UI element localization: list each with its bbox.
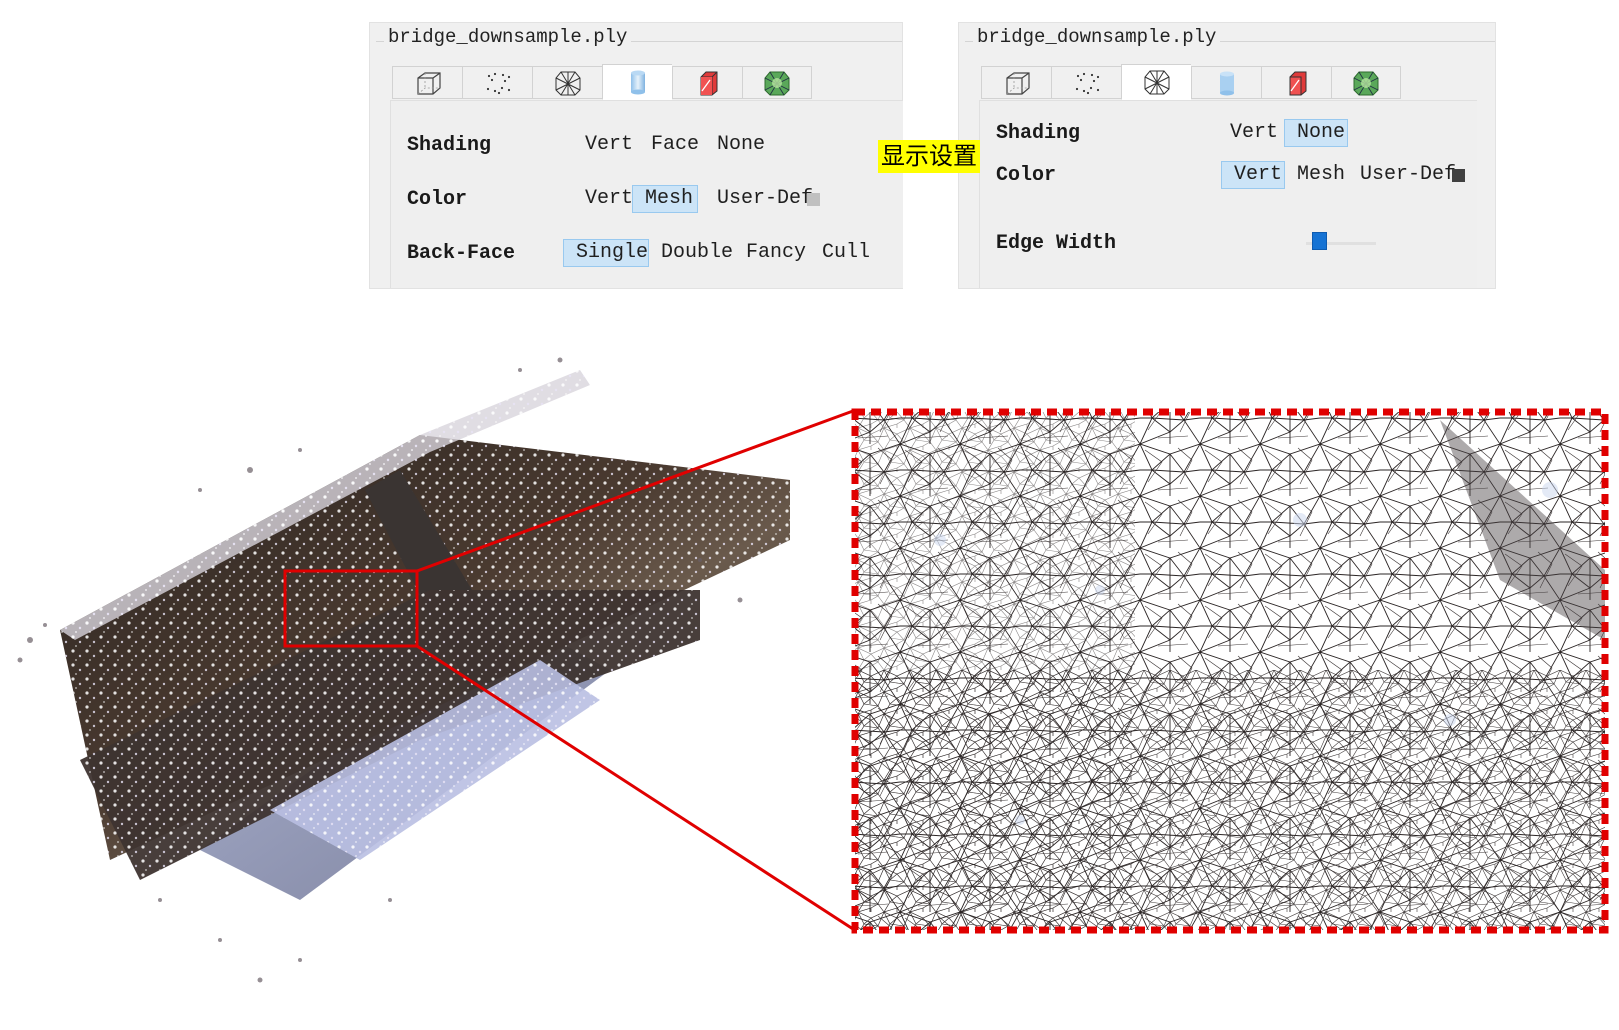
shading-label: Shading <box>996 122 1081 145</box>
point-cloud-bridge-model <box>17 357 790 983</box>
green-texture-icon <box>764 71 790 95</box>
mesh-settings-panel-left: bridge_downsample.ply Shading Vert Face … <box>369 22 903 289</box>
shading-row: Shading Vert Face None <box>407 131 903 161</box>
color-label: Color <box>996 164 1057 187</box>
edge-width-label: Edge Width <box>996 232 1117 255</box>
shaded-cylinder-icon <box>1219 71 1234 95</box>
color-row: Color Vert Mesh User-Def <box>996 161 1477 191</box>
mesh-settings-panel-right: bridge_downsample.ply Shading Vert None … <box>958 22 1496 289</box>
point-cloud-icon <box>1075 72 1099 94</box>
cube-wireframe-icon <box>416 71 441 95</box>
user-def-color-swatch[interactable] <box>807 193 820 206</box>
tab-red-prism[interactable] <box>1261 66 1331 99</box>
red-prism-icon <box>1289 71 1306 95</box>
tab-mesh-wireframe[interactable] <box>1121 64 1191 100</box>
edge-width-slider-thumb[interactable] <box>1311 232 1327 250</box>
tab-cube-wireframe[interactable] <box>392 66 462 99</box>
back-face-row: Back-Face Single Double Fancy Cull <box>407 239 903 269</box>
point-cloud-icon <box>486 72 510 94</box>
shading-row: Shading Vert None <box>996 119 1477 149</box>
color-userdef-option[interactable]: User-Def <box>1348 161 1468 189</box>
mesh-viewport[interactable] <box>0 340 1619 1030</box>
tab-shaded-cylinder[interactable] <box>1191 66 1261 99</box>
shading-none-option[interactable]: None <box>1284 119 1348 147</box>
mesh-wireframe-icon <box>1144 70 1169 95</box>
color-mesh-option[interactable]: Mesh <box>632 185 698 213</box>
tab-cube-wireframe[interactable] <box>981 66 1051 99</box>
tab-content-left: Shading Vert Face None Color Vert Mesh U… <box>390 100 903 288</box>
display-settings-callout: 显示设置 <box>878 140 980 173</box>
shading-none-option[interactable]: None <box>705 131 777 159</box>
back-face-double-option[interactable]: Double <box>649 239 745 267</box>
shaded-cylinder-icon <box>630 70 645 95</box>
tab-mesh-wireframe[interactable] <box>532 66 602 99</box>
shading-vert-option[interactable]: Vert <box>1218 119 1290 147</box>
back-face-single-option[interactable]: Single <box>563 239 649 267</box>
red-prism-icon <box>700 71 717 95</box>
color-row: Color Vert Mesh User-Def <box>407 185 903 215</box>
render-mode-tabbar <box>392 64 812 100</box>
tab-green-texture[interactable] <box>1331 66 1401 99</box>
color-vert-option[interactable]: Vert <box>1221 161 1285 189</box>
shading-label: Shading <box>407 134 492 157</box>
edge-width-row: Edge Width <box>996 229 1477 259</box>
zoom-leader-line-bottom <box>416 644 854 931</box>
file-name-label: bridge_downsample.ply <box>384 26 632 48</box>
render-mode-tabbar <box>981 64 1401 100</box>
color-mesh-option[interactable]: Mesh <box>1285 161 1357 189</box>
shading-vert-option[interactable]: Vert <box>573 131 645 159</box>
tab-point-cloud[interactable] <box>462 66 532 99</box>
tab-red-prism[interactable] <box>672 66 742 99</box>
back-face-cull-option[interactable]: Cull <box>810 239 882 267</box>
tab-green-texture[interactable] <box>742 66 812 99</box>
file-name-label: bridge_downsample.ply <box>973 26 1221 48</box>
mesh-wireframe-icon <box>555 71 580 95</box>
back-face-fancy-option[interactable]: Fancy <box>734 239 818 267</box>
user-def-color-swatch[interactable] <box>1452 169 1465 182</box>
back-face-label: Back-Face <box>407 242 516 265</box>
tab-content-right: Shading Vert None Color Vert Mesh User-D… <box>979 100 1477 288</box>
green-texture-icon <box>1353 71 1379 95</box>
color-label: Color <box>407 188 468 211</box>
tab-shaded-cylinder[interactable] <box>602 64 672 100</box>
tab-point-cloud[interactable] <box>1051 66 1121 99</box>
zoomed-mesh-inset <box>851 408 1609 934</box>
shading-face-option[interactable]: Face <box>639 131 711 159</box>
cube-wireframe-icon <box>1005 71 1030 95</box>
